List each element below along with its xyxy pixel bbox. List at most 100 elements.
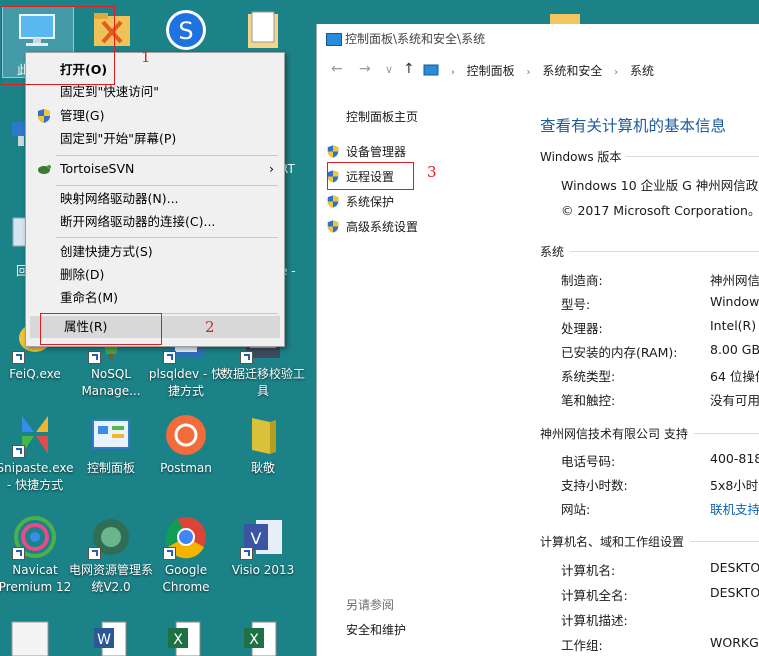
menu-item-label: 映射网络驱动器(N)...	[60, 191, 179, 206]
svg-text:W: W	[97, 632, 111, 648]
desktop-icon-label: plsqldev - 快捷方式	[148, 367, 224, 398]
desktop-icon-control-panel[interactable]: 控制面板	[69, 412, 153, 477]
section-header-computer-name: 计算机名、域和工作组设置	[540, 535, 685, 549]
breadcrumb-separator-icon: ›	[526, 67, 531, 78]
desktop-icon-postman[interactable]: Postman	[144, 412, 228, 477]
excel-doc-icon[interactable]: X	[242, 620, 278, 656]
support-row-label: 网站:	[561, 502, 591, 517]
forward-arrow-icon[interactable]: →	[359, 61, 371, 77]
window-title: 控制面板\系统和安全\系统	[345, 32, 486, 46]
system-row-label: 制造商:	[561, 273, 603, 288]
section-divider	[690, 541, 759, 542]
nav-system-protection[interactable]: 系统保护	[326, 193, 394, 210]
computer-row-value: WORKGI	[710, 635, 759, 650]
back-arrow-icon[interactable]: ←	[331, 61, 343, 77]
shield-icon	[38, 109, 50, 123]
menu-item-delete[interactable]: 删除(D)	[26, 264, 284, 286]
support-row-value: 5x8小时	[710, 478, 759, 493]
desktop-icon-label: 控制面板	[86, 461, 135, 475]
desktop-icon-label: Snipaste.exe - 快捷方式	[0, 461, 74, 492]
support-row-label: 支持小时数:	[561, 478, 628, 493]
system-row-value: 神州网信	[710, 273, 759, 288]
menu-item-create-shortcut[interactable]: 创建快捷方式(S)	[26, 241, 284, 263]
annotation-number: 3	[427, 163, 437, 181]
recent-dropdown-icon[interactable]: ∨	[385, 63, 393, 76]
system-row-value: 64 位操作	[710, 369, 759, 384]
system-row-value: 没有可用	[710, 393, 759, 408]
menu-item-rename[interactable]: 重命名(M)	[26, 287, 284, 309]
breadcrumb-system-security[interactable]: 系统和安全	[542, 64, 602, 78]
desktop-icon-gengjing[interactable]: 耿敬	[221, 412, 305, 477]
desktop-icon-label: 数据迁移校验工具	[221, 367, 306, 398]
address-bar[interactable]: › 控制面板 › 系统和安全 › 系统	[423, 61, 654, 81]
svg-text:S: S	[178, 17, 193, 45]
monitor-icon	[326, 33, 342, 46]
excel-doc-icon[interactable]: X	[166, 620, 202, 656]
section-divider	[694, 433, 759, 434]
desktop-icon-navicat[interactable]: Navicat Premium 12	[0, 514, 77, 596]
window-titlebar[interactable]: 控制面板\系统和安全\系统	[317, 24, 759, 54]
desktop-icon-label: Navicat Premium 12	[0, 563, 72, 594]
folder-icon	[252, 418, 276, 454]
word-doc-icon[interactable]: W	[92, 620, 128, 656]
nav-control-panel-home[interactable]: 控制面板主页	[346, 108, 418, 125]
desktop-icon-label: 耿敬	[250, 461, 275, 475]
computer-row-label: 计算机全名:	[561, 588, 628, 603]
annotation-box-remote-settings	[327, 162, 414, 190]
breadcrumb-control-panel[interactable]: 控制面板	[467, 64, 515, 78]
nav-security-maintenance[interactable]: 安全和维护	[346, 621, 406, 638]
up-arrow-icon[interactable]: ↑	[403, 61, 415, 77]
nav-device-manager[interactable]: 设备管理器	[326, 143, 406, 160]
page-heading: 查看有关计算机的基本信息	[540, 117, 727, 135]
menu-separator	[56, 155, 278, 156]
computer-row-value: DESKTO	[710, 560, 759, 575]
desktop-icon-snipaste[interactable]: Snipaste.exe - 快捷方式	[0, 412, 77, 494]
section-header-support: 神州网信技术有限公司 支持	[540, 427, 688, 441]
edition-text: Windows 10 企业版 G 神州网信政府	[561, 178, 759, 193]
annotation-box-properties	[40, 313, 162, 345]
computer-row-label: 计算机名:	[561, 563, 616, 578]
online-support-link[interactable]: 联机支持	[710, 499, 759, 518]
menu-item-label: TortoiseSVN	[60, 161, 135, 176]
desktop-icon-visio[interactable]: V Visio 2013	[221, 514, 305, 579]
control-panel-icon	[92, 419, 130, 449]
image-file-icon[interactable]	[10, 620, 50, 656]
document-folder-icon[interactable]	[246, 10, 280, 50]
breadcrumb-system[interactable]: 系统	[630, 64, 654, 78]
desktop-icon-grid-system[interactable]: 电网资源管理系统V2.0	[69, 514, 153, 596]
menu-item-manage[interactable]: 管理(G)	[26, 105, 284, 127]
support-row-value: 400-818-	[710, 451, 759, 466]
system-row-label: 系统类型:	[561, 369, 616, 384]
section-header-system: 系统	[540, 245, 565, 259]
context-menu: 打开(O) 固定到"快速访问" 管理(G) 固定到"开始"屏幕(P) Torto…	[25, 52, 285, 347]
menu-item-label: 重命名(M)	[60, 290, 119, 305]
sogou-icon[interactable]: S	[164, 8, 208, 52]
annotation-number: 2	[205, 318, 215, 336]
annotation-box-this-pc	[1, 6, 115, 85]
computer-row-label: 工作组:	[561, 638, 603, 653]
menu-item-label: 管理(G)	[60, 108, 105, 123]
copyright-text: © 2017 Microsoft Corporation。保	[561, 203, 759, 218]
menu-item-pin-start[interactable]: 固定到"开始"屏幕(P)	[26, 128, 284, 150]
system-row-value: Intel(R) C	[710, 318, 759, 333]
svg-text:X: X	[249, 632, 259, 648]
desktop-icon-label: 电网资源管理系统V2.0	[69, 563, 154, 594]
section-divider	[570, 251, 759, 252]
computer-row-value: DESKTO	[710, 585, 759, 600]
menu-item-disconnect-drive[interactable]: 断开网络驱动器的连接(C)...	[26, 211, 284, 233]
desktop-icon-label: Postman	[160, 461, 212, 475]
menu-item-tortoisesvn[interactable]: TortoiseSVN ›	[26, 158, 284, 180]
svg-text:V: V	[251, 529, 262, 548]
desktop-icon-label: FeiQ.exe	[9, 367, 61, 381]
annotation-number: 1	[141, 48, 151, 66]
nav-advanced-settings[interactable]: 高级系统设置	[326, 218, 418, 235]
shield-icon	[327, 220, 339, 233]
chevron-right-icon: ›	[269, 161, 274, 176]
menu-separator	[56, 237, 278, 238]
menu-item-map-drive[interactable]: 映射网络驱动器(N)...	[26, 188, 284, 210]
menu-item-label: 固定到"快速访问"	[60, 84, 159, 99]
postman-icon	[166, 415, 206, 455]
desktop-icon-chrome[interactable]: Google Chrome	[144, 514, 228, 596]
svg-text:X: X	[173, 632, 183, 648]
system-row-value: 8.00 GB	[710, 342, 759, 357]
